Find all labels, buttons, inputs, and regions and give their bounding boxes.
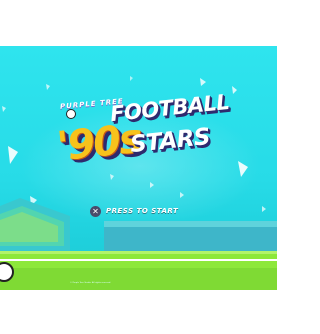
stadium-scene <box>0 76 277 290</box>
press-to-start-label: PRESS TO START <box>106 207 179 215</box>
football-icon <box>66 109 76 119</box>
press-to-start-button[interactable]: ✕ PRESS TO START <box>90 205 178 217</box>
copyright-text: © Purple Tree Studio. All rights reserve… <box>70 282 111 284</box>
game-screen[interactable]: PURPLE TREE FOOTBALL '90s STARS ✕ PRESS … <box>0 46 277 290</box>
cross-button-icon: ✕ <box>90 205 101 217</box>
